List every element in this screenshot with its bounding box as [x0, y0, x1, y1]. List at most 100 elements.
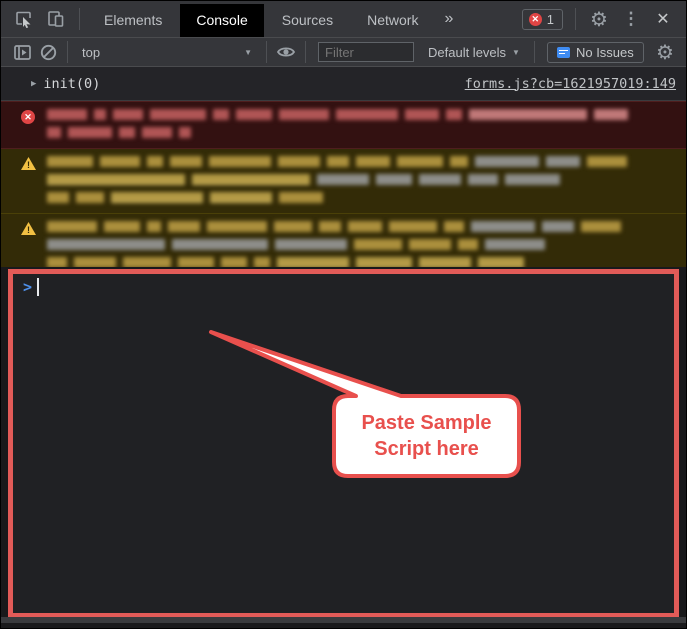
blurred-text-segment	[336, 109, 398, 120]
blurred-text-segment	[327, 156, 349, 167]
console-message-warning[interactable]: !	[1, 149, 686, 214]
logged-expression: init(0)	[43, 76, 100, 92]
console-settings-button[interactable]: ⚙	[652, 40, 678, 64]
devtools-window: Elements Console Sources Network » ✕ 1 ⚙…	[0, 0, 687, 629]
kebab-menu-icon: ⋮	[623, 9, 640, 29]
eye-icon	[276, 45, 296, 59]
devtools-tabbar: Elements Console Sources Network » ✕ 1 ⚙…	[1, 1, 686, 38]
blurred-text-segment	[47, 127, 61, 138]
blurred-text-segment	[546, 156, 580, 167]
blurred-text-segment	[47, 174, 185, 185]
blurred-text-segment	[210, 192, 272, 203]
blurred-text-segment	[376, 174, 412, 185]
more-tabs-button[interactable]: »	[436, 10, 461, 28]
expand-triangle-icon[interactable]: ▶	[31, 79, 36, 89]
blurred-text-segment	[168, 221, 200, 232]
blurred-text-segment	[542, 221, 574, 232]
blurred-text-segment	[475, 156, 539, 167]
separator	[67, 41, 68, 63]
blurred-text-segment	[446, 109, 462, 120]
blurred-text-segment	[317, 174, 369, 185]
blurred-text-segment	[594, 109, 628, 120]
blurred-text-segment	[468, 174, 498, 185]
blurred-text-segment	[150, 109, 206, 120]
javascript-context-dropdown[interactable]: top ▼	[78, 45, 256, 60]
live-expression-button[interactable]	[273, 40, 299, 64]
blurred-text-segment	[47, 221, 97, 232]
clear-console-button[interactable]	[35, 40, 61, 64]
blurred-text-segment	[209, 156, 271, 167]
blurred-text-segment	[100, 156, 140, 167]
error-circle-icon: ✕	[21, 110, 35, 124]
blurred-text-segment	[505, 174, 560, 185]
blurred-text-segment	[444, 221, 464, 232]
blurred-text-segment	[485, 239, 545, 250]
blurred-text-segment	[213, 109, 229, 120]
console-log-row[interactable]: ▶ init(0) forms.js?cb=1621957019:149	[1, 67, 686, 101]
error-count-badge[interactable]: ✕ 1	[522, 9, 563, 30]
blurred-text-segment	[581, 221, 621, 232]
tab-console[interactable]: Console	[180, 4, 263, 37]
blurred-text-segment	[279, 192, 323, 203]
close-icon: ✕	[656, 9, 669, 29]
blurred-text-segment	[142, 127, 172, 138]
blurred-text-segment	[47, 192, 69, 203]
inspect-element-button[interactable]	[9, 5, 39, 33]
blurred-text-segment	[111, 192, 203, 203]
error-count: 1	[547, 12, 554, 27]
inspect-cursor-icon	[15, 10, 33, 28]
close-devtools-button[interactable]: ✕	[648, 5, 678, 33]
blurred-text-segment	[94, 109, 106, 120]
source-location-link[interactable]: forms.js?cb=1621957019:149	[465, 76, 676, 92]
warning-triangle-icon: !	[21, 222, 36, 235]
device-toolbar-icon	[47, 10, 65, 28]
issues-label: No Issues	[576, 45, 634, 60]
blurred-text-segment	[47, 109, 87, 120]
tab-network[interactable]: Network	[351, 4, 434, 37]
tab-elements[interactable]: Elements	[88, 4, 178, 37]
blurred-text-segment	[236, 109, 272, 120]
separator	[79, 8, 80, 30]
blurred-text-line	[47, 156, 676, 169]
warning-triangle-icon: !	[21, 157, 36, 170]
console-prompt-icon: >	[23, 278, 32, 296]
tab-sources[interactable]: Sources	[266, 4, 349, 37]
issues-badge[interactable]: No Issues	[547, 42, 644, 63]
redacted-message-text	[47, 221, 676, 272]
statusbar-strip	[1, 617, 687, 623]
blurred-text-segment	[405, 109, 439, 120]
separator	[266, 41, 267, 63]
blurred-text-segment	[354, 239, 402, 250]
separator	[534, 41, 535, 63]
blurred-text-segment	[207, 221, 267, 232]
device-toolbar-button[interactable]	[41, 5, 71, 33]
blurred-text-segment	[348, 221, 382, 232]
console-sidebar-toggle-button[interactable]	[9, 40, 35, 64]
blurred-text-segment	[319, 221, 341, 232]
settings-button[interactable]: ⚙	[584, 5, 614, 33]
blurred-text-segment	[274, 221, 312, 232]
blurred-text-segment	[275, 239, 347, 250]
separator	[305, 41, 306, 63]
clear-console-icon	[40, 44, 57, 61]
blurred-text-line	[47, 127, 676, 140]
blurred-text-segment	[113, 109, 143, 120]
log-levels-dropdown[interactable]: Default levels ▼	[420, 45, 528, 60]
devtools-menu-button[interactable]: ⋮	[616, 5, 646, 33]
blurred-text-segment	[172, 239, 268, 250]
filter-input[interactable]	[318, 42, 414, 62]
blurred-text-segment	[450, 156, 468, 167]
blurred-text-segment	[47, 239, 165, 250]
blurred-text-segment	[389, 221, 437, 232]
blurred-text-segment	[397, 156, 443, 167]
gear-icon: ⚙	[656, 40, 674, 65]
blurred-text-segment	[471, 221, 535, 232]
console-message-error[interactable]: ✕	[1, 101, 686, 149]
blurred-text-segment	[192, 174, 310, 185]
console-sidebar-icon	[14, 45, 31, 60]
error-circle-icon: ✕	[529, 13, 542, 26]
blurred-text-segment	[469, 109, 587, 120]
blurred-text-line	[47, 192, 676, 205]
context-value: top	[82, 45, 100, 60]
text-cursor	[37, 278, 39, 296]
